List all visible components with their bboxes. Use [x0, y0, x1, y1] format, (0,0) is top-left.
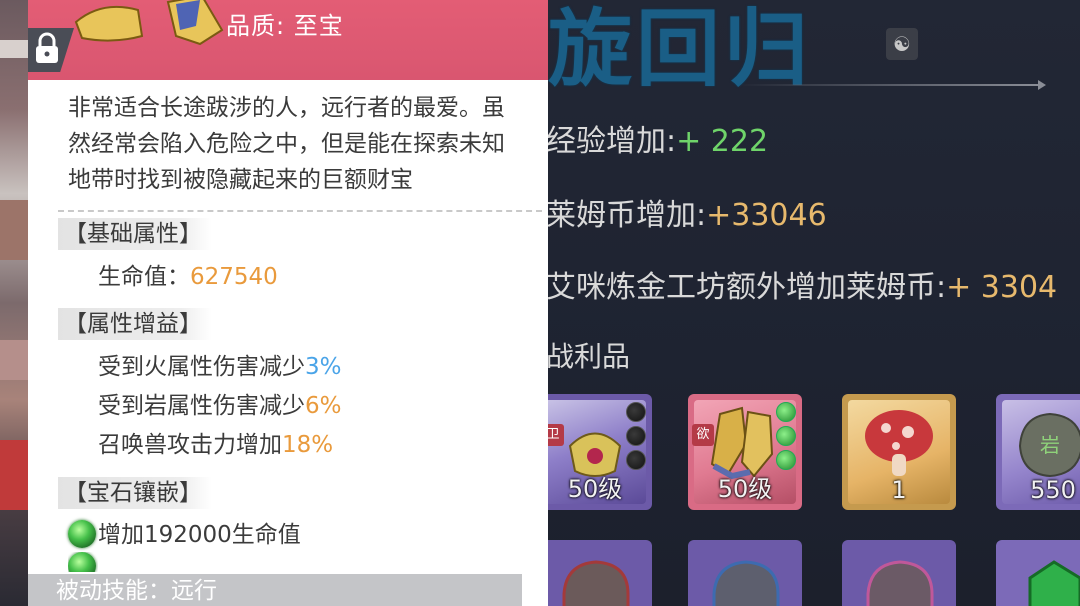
section-base-stats: 【基础属性】: [58, 218, 212, 250]
slot-tag: 卫: [548, 424, 564, 446]
slot-level: 50级: [717, 475, 773, 503]
item-quality: 品质: 至宝: [226, 12, 344, 40]
banner-title: 旋回归: [548, 0, 813, 98]
passive-skill-bar[interactable]: 被动技能：远行: [28, 574, 522, 606]
gem-socket-icon: [776, 426, 796, 446]
green-gem-icon: [68, 552, 96, 572]
loot-title: 战利品: [548, 340, 631, 373]
loot-slot-emerald[interactable]: [996, 540, 1080, 606]
exp-gain-stat: 经验增加:+ 222: [548, 124, 769, 159]
slot-level: 50级: [567, 475, 623, 503]
section-gems: 【宝石镶嵌】: [58, 477, 212, 509]
slot-tag: 欲: [692, 424, 714, 446]
loot-slot-accessory[interactable]: 卫 50级: [548, 394, 652, 510]
tooltip-header: 品质: 至宝: [28, 0, 548, 80]
lock-icon: [36, 32, 58, 63]
gem-socket-icon: [776, 402, 796, 422]
divider: [58, 210, 542, 212]
gem-slot: 增加192000生命值: [68, 515, 301, 549]
workshop-bonus-stat: 艾咪炼金工坊额外增加莱姆币:+ 3304: [548, 270, 1058, 305]
rock-icon: [562, 560, 630, 606]
gem-socket-icon: [776, 450, 796, 470]
gem-slot-partial: [68, 552, 98, 572]
banner-divider: [738, 80, 1046, 90]
loot-slot-boots[interactable]: 欲 50级: [688, 394, 802, 510]
loot-slot-rock-blue[interactable]: [688, 540, 802, 606]
loot-slot-rock-pink[interactable]: [842, 540, 956, 606]
section-bonuses: 【属性增益】: [58, 308, 212, 340]
item-tooltip-card: 品质: 至宝 非常适合长途跋涉的人，远行者的最爱。虽然经常会陷入危险之中，但是能…: [28, 0, 548, 606]
yin-yang-icon[interactable]: ☯: [886, 28, 918, 60]
character-art-strip: [0, 0, 30, 606]
bonus-rock-resist: 受到岩属性伤害减少6%: [98, 393, 342, 419]
stat-hp: 生命值：627540: [98, 264, 278, 290]
item-boots-icon: [74, 0, 224, 46]
mushroom-icon: [865, 410, 933, 476]
emerald-icon: [1028, 560, 1080, 606]
slot-level: 550: [1030, 476, 1076, 504]
socket-icon: [626, 450, 646, 470]
rock-icon: [866, 560, 934, 606]
socket-icon: [626, 426, 646, 446]
coin-gain-stat: 莱姆币增加:+33046: [548, 198, 827, 233]
loot-slot-rock-red[interactable]: [548, 540, 652, 606]
bonus-summon-attack: 召唤兽攻击力增加18%: [98, 432, 334, 458]
bonus-fire-resist: 受到火属性伤害减少3%: [98, 354, 342, 380]
socket-icon: [626, 402, 646, 422]
rock-icon: [712, 560, 780, 606]
battle-result-panel: 旋回归 ☯ 经验增加:+ 222 莱姆币增加:+33046 艾咪炼金工坊额外增加…: [548, 0, 1080, 606]
green-gem-icon: [68, 520, 96, 548]
loot-slot-mushroom[interactable]: 1: [842, 394, 956, 510]
svg-text:岩: 岩: [1040, 433, 1060, 457]
item-description: 非常适合长途跋涉的人，远行者的最爱。虽然经常会陷入危险之中，但是能在探索未知地带…: [68, 95, 505, 193]
loot-slot-rock[interactable]: 岩 550: [996, 394, 1080, 510]
slot-level: 1: [891, 476, 907, 504]
rock-icon: 岩: [1018, 412, 1080, 478]
